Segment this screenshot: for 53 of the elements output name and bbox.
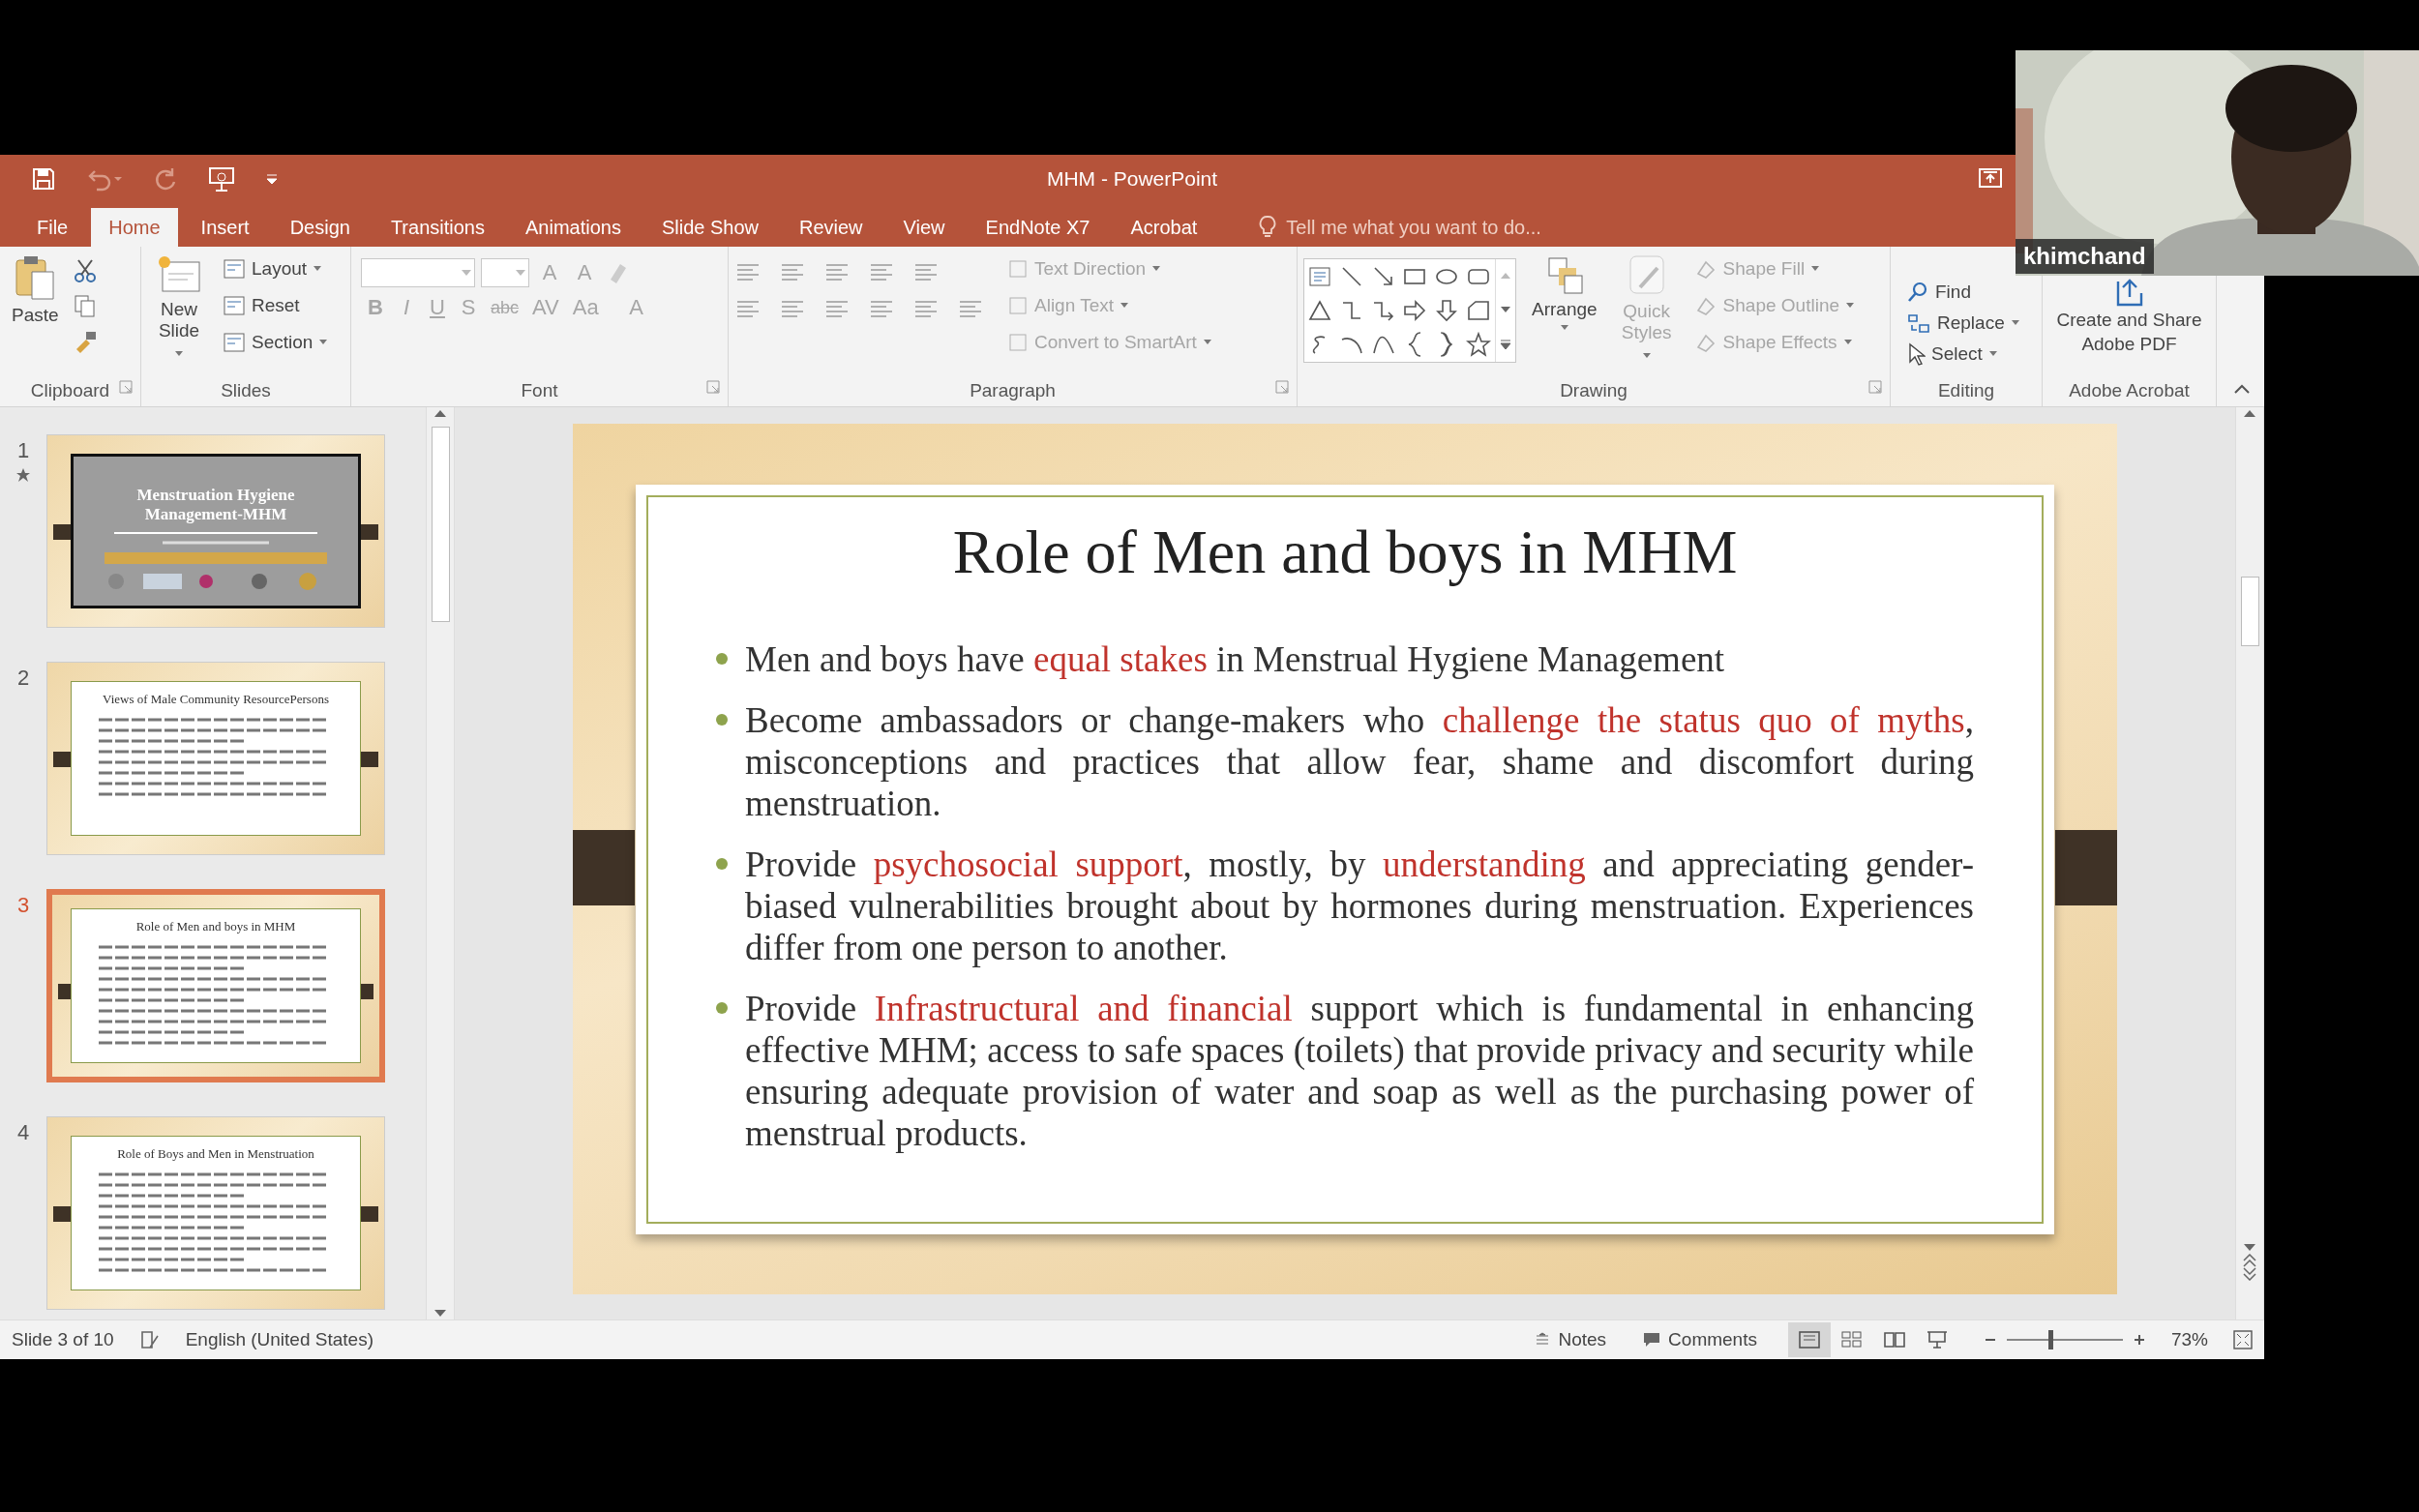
thumbnail-title: Role of Boys and Men in Menstruation bbox=[117, 1146, 314, 1162]
ribbon-tab[interactable]: EndNote X7 bbox=[968, 208, 1108, 247]
group-label: Editing bbox=[1937, 380, 1995, 401]
bullet-text: Men and boys have equal stakes in Menstrual Hygiene Management bbox=[745, 638, 1725, 680]
slide-thumbnail[interactable]: Role of Men and boys in MHM bbox=[46, 889, 385, 1082]
bullet-text: Provide psychosocial support, mostly, by understanding and appreciating gender-biased vulnerabilities brought about by hormones during menstruation. Experiences differ from one person to another. bbox=[745, 844, 1974, 968]
ribbon-tab[interactable]: Review bbox=[781, 208, 881, 247]
participant-name: khimchand bbox=[2016, 239, 2154, 274]
slide-title: Role of Men and boys in MHM bbox=[952, 517, 1738, 588]
select-button[interactable]: Select bbox=[1902, 340, 2036, 369]
paste-button[interactable]: Paste bbox=[6, 252, 65, 375]
group-label: Slides bbox=[221, 380, 271, 401]
ribbon-tab[interactable]: Insert bbox=[183, 208, 267, 247]
thumbnail-title: Menstruation Hygiene Management-MHM bbox=[135, 486, 296, 524]
slide-number: 3 bbox=[16, 893, 30, 918]
window-title: MHM - PowerPoint bbox=[1046, 167, 1218, 190]
new-slide-button[interactable]: New Slide bbox=[147, 252, 211, 375]
ribbon-tab[interactable]: Animations bbox=[507, 208, 639, 247]
ribbon-tab[interactable]: Transitions bbox=[373, 208, 502, 247]
section-button[interactable]: Section bbox=[219, 326, 333, 359]
ribbon-tab[interactable]: Acrobat bbox=[1113, 208, 1215, 247]
comments-button[interactable]: Comments bbox=[1637, 1328, 1763, 1351]
ribbon-tab[interactable]: Home bbox=[91, 208, 178, 247]
slide-number: 1 bbox=[16, 438, 30, 463]
create-pdf-button[interactable]: Create and Share Adobe PDF bbox=[2046, 307, 2212, 359]
slide-number: 4 bbox=[16, 1120, 30, 1145]
arrange-button[interactable]: Arrange bbox=[1526, 252, 1603, 375]
layout-button[interactable]: Layout bbox=[219, 252, 333, 285]
bullet-text: Provide Infrastructural and financial support which is fundamental in enhancing effective MHM; access to safe spaces (toilets) that provide privacy and security while ensuring adequate provision of water and soap as well as the purchasing power of menstrual products. bbox=[745, 988, 1974, 1154]
zoom-percentage[interactable]: 73% bbox=[2170, 1329, 2208, 1350]
reset-button[interactable]: Reset bbox=[219, 289, 333, 322]
bullet-text: Become ambassadors or change-makers who challenge the status quo of myths, misconceptions and practices that allow fear, shame and discomfort during menstruation. bbox=[745, 699, 1974, 824]
group-label: Adobe Acrobat bbox=[2069, 380, 2190, 401]
thumbnail-title: Views of Male Community ResourcePersons bbox=[103, 692, 329, 707]
slide-thumbnail[interactable]: Menstruation Hygiene Management-MHM bbox=[46, 434, 385, 628]
slide-thumbnail[interactable]: Views of Male Community ResourcePersons bbox=[46, 662, 385, 855]
find-button[interactable]: Find bbox=[1902, 278, 2036, 307]
group-label: Font bbox=[521, 380, 558, 401]
ribbon-tab[interactable]: Design bbox=[272, 208, 368, 247]
group-label: Drawing bbox=[1560, 380, 1628, 401]
language-label[interactable]: English (United States) bbox=[185, 1329, 373, 1350]
slide-thumbnail[interactable]: Role of Boys and Men in Menstruation bbox=[46, 1116, 385, 1310]
slide-position: Slide 3 of 10 bbox=[12, 1329, 114, 1350]
group-label: Paragraph bbox=[970, 380, 1056, 401]
ribbon-tab[interactable]: View bbox=[885, 208, 963, 247]
notes-button[interactable]: Notes bbox=[1529, 1328, 1613, 1351]
thumbnail-title: Role of Men and boys in MHM bbox=[135, 919, 296, 934]
replace-button[interactable]: Replace bbox=[1902, 309, 2036, 338]
ribbon-tab[interactable]: Slide Show bbox=[643, 208, 776, 247]
ribbon-tab[interactable]: File bbox=[19, 208, 86, 247]
group-label: Clipboard bbox=[30, 380, 110, 401]
tell-me-field[interactable]: Tell me what you want to do... bbox=[1259, 208, 1579, 247]
slide-number: 2 bbox=[16, 666, 30, 691]
